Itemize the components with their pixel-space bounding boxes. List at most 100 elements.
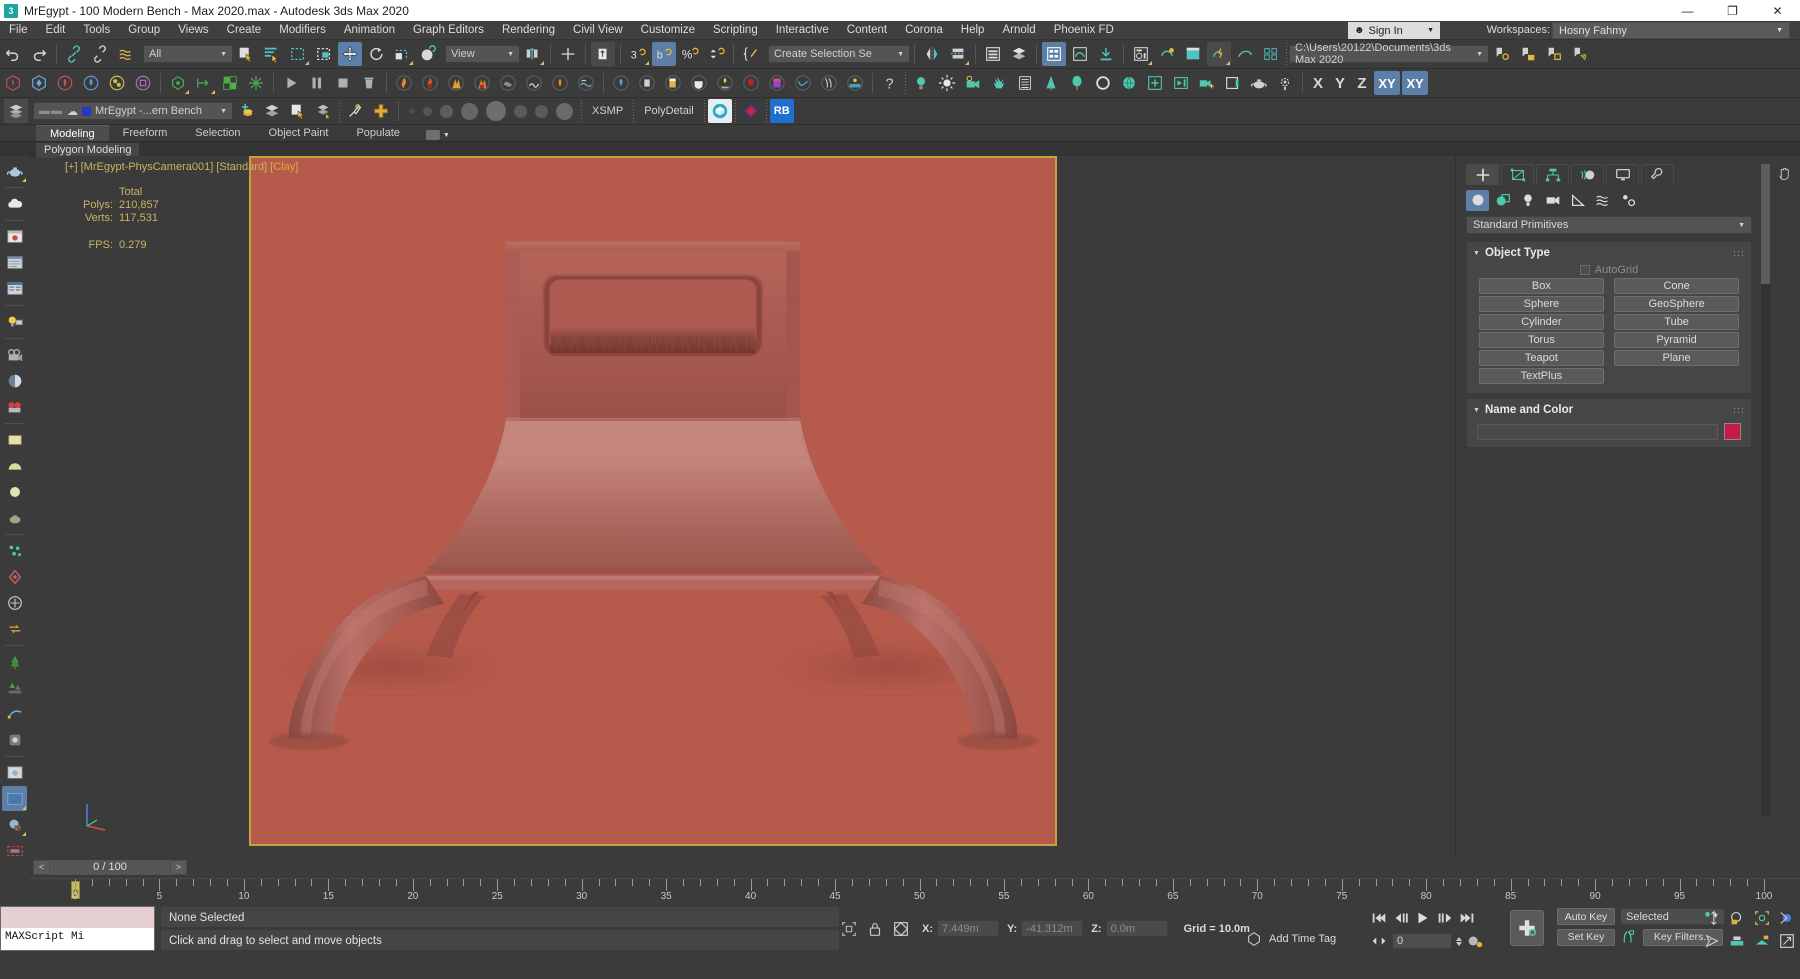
xsmp-plugin-button[interactable]: XSMP bbox=[584, 101, 631, 121]
toolbar-grip[interactable] bbox=[903, 72, 908, 94]
zoom-extents-icon[interactable] bbox=[1753, 909, 1771, 927]
zoom-all-icon[interactable] bbox=[1728, 909, 1746, 927]
cube-effect-icon[interactable] bbox=[131, 71, 155, 95]
menu-help[interactable]: Help bbox=[952, 21, 994, 40]
close-button[interactable]: ✕ bbox=[1755, 0, 1800, 21]
material-slot-6[interactable] bbox=[514, 104, 527, 118]
selection-lock-region-icon[interactable] bbox=[840, 920, 858, 938]
help-question-icon[interactable]: ? bbox=[878, 71, 902, 95]
itoo-forest-pack-icon[interactable] bbox=[707, 99, 732, 123]
curve-editor-icon[interactable] bbox=[1068, 42, 1092, 66]
phoenix-cable-icon[interactable] bbox=[522, 71, 546, 95]
rectangular-selection-region-icon[interactable] bbox=[286, 42, 310, 66]
snaps-toggle-icon[interactable] bbox=[591, 42, 615, 66]
toolbar-grip[interactable] bbox=[337, 100, 342, 122]
vray-frame-buffer-icon[interactable] bbox=[2, 812, 27, 837]
select-by-name-icon[interactable] bbox=[260, 42, 284, 66]
phoenix-smoke-icon[interactable] bbox=[496, 71, 520, 95]
stereo-camera-icon[interactable] bbox=[2, 394, 27, 419]
railclone-icon[interactable]: RB bbox=[769, 99, 794, 123]
create-geosphere-button[interactable]: GeoSphere bbox=[1614, 296, 1739, 312]
particle-flow-arrow-icon[interactable] bbox=[192, 71, 216, 95]
maxscript-output-pane[interactable] bbox=[1, 907, 154, 928]
geometry-button[interactable] bbox=[1466, 189, 1489, 211]
add-keyframe-icon[interactable] bbox=[1143, 71, 1167, 95]
material-slot-1[interactable] bbox=[409, 108, 415, 114]
render-production-icon[interactable] bbox=[1207, 42, 1231, 66]
state-sets-icon[interactable] bbox=[1490, 42, 1514, 66]
edit-container-icon[interactable] bbox=[1568, 42, 1592, 66]
timeline-ruler[interactable]: 0 0 5 10 15 20 25 30 35 40 45 50 55 60 65 70 75 80 85 90 95… bbox=[29, 878, 1800, 904]
stop-simulation-icon[interactable] bbox=[331, 71, 355, 95]
pool-icon[interactable] bbox=[843, 71, 867, 95]
phoenix-ocean-icon[interactable] bbox=[574, 71, 598, 95]
select-object-icon[interactable] bbox=[234, 42, 258, 66]
corona-light-material-icon[interactable] bbox=[2, 590, 27, 615]
ring-icon[interactable] bbox=[1091, 71, 1115, 95]
sun-light-icon[interactable] bbox=[935, 71, 959, 95]
blood-splatter-icon[interactable] bbox=[739, 71, 763, 95]
coffee-cup-icon[interactable] bbox=[687, 71, 711, 95]
primitive-category-select[interactable]: Standard Primitives ▼ bbox=[1466, 216, 1752, 234]
material-hemisphere-icon[interactable] bbox=[2, 453, 27, 478]
field-of-view-icon[interactable] bbox=[1778, 909, 1796, 927]
axis-constraint-xy-cycle-icon[interactable]: XY bbox=[1402, 71, 1428, 95]
mirror-icon[interactable] bbox=[920, 42, 944, 66]
create-cone-button[interactable]: Cone bbox=[1614, 278, 1739, 294]
menu-tools[interactable]: Tools bbox=[74, 21, 119, 40]
frame-spinner-field[interactable]: 0 bbox=[1392, 933, 1452, 949]
add-to-layer-icon[interactable] bbox=[260, 99, 284, 123]
ribbon-tab-populate[interactable]: Populate bbox=[342, 125, 413, 141]
active-viewport-toggle-icon[interactable] bbox=[2, 786, 27, 811]
bind-to-space-warp-icon[interactable] bbox=[114, 42, 138, 66]
minimize-button[interactable]: — bbox=[1665, 0, 1710, 21]
set-key-mode-button[interactable] bbox=[1510, 910, 1544, 946]
zoom-icon[interactable] bbox=[1703, 909, 1721, 927]
layer-manager-icon[interactable] bbox=[4, 99, 28, 123]
create-teapot-button[interactable]: Teapot bbox=[1479, 350, 1604, 366]
menu-customize[interactable]: Customize bbox=[632, 21, 704, 40]
previous-frame-button[interactable]: < bbox=[33, 859, 50, 875]
create-plane-button[interactable]: Plane bbox=[1614, 350, 1739, 366]
go-to-start-icon[interactable] bbox=[1370, 909, 1388, 927]
material-slot-2[interactable] bbox=[423, 106, 432, 116]
axis-constraint-xy-icon[interactable]: XY bbox=[1374, 71, 1400, 95]
pflow-source-icon[interactable] bbox=[1, 71, 25, 95]
set-layer-current-icon[interactable] bbox=[312, 99, 336, 123]
cloud-environment-icon[interactable] bbox=[2, 191, 27, 216]
tab-utilities[interactable] bbox=[1641, 164, 1674, 185]
set-key-button[interactable]: Set Key bbox=[1557, 928, 1615, 946]
edit-named-selection-sets-icon[interactable] bbox=[739, 42, 763, 66]
menu-arnold[interactable]: Arnold bbox=[993, 21, 1044, 40]
tab-modify[interactable] bbox=[1501, 164, 1534, 185]
object-color-swatch[interactable] bbox=[1724, 423, 1741, 440]
unlink-selection-icon[interactable] bbox=[88, 42, 112, 66]
menu-modifiers[interactable]: Modifiers bbox=[270, 21, 335, 40]
select-and-link-icon[interactable] bbox=[62, 42, 86, 66]
viewport-label[interactable]: [+] [MrEgypt-PhysCamera001] [Standard] [… bbox=[65, 161, 298, 173]
create-new-layer-icon[interactable] bbox=[234, 99, 258, 123]
scrollbar-thumb[interactable] bbox=[1761, 164, 1770, 284]
menu-group[interactable]: Group bbox=[119, 21, 169, 40]
material-editor-icon[interactable] bbox=[1129, 42, 1153, 66]
reference-coordinate-system-select[interactable]: View ▼ bbox=[445, 45, 520, 63]
space-warps-button[interactable] bbox=[1591, 190, 1614, 211]
percent-snap-toggle-icon[interactable]: b bbox=[652, 42, 676, 66]
select-and-move-icon[interactable] bbox=[338, 42, 362, 66]
material-slot-7[interactable] bbox=[535, 104, 548, 118]
redo-icon[interactable] bbox=[27, 42, 51, 66]
angle-snap-toggle-icon[interactable]: 3 bbox=[626, 42, 650, 66]
go-to-end-icon[interactable] bbox=[1458, 909, 1476, 927]
railclone-spline-icon[interactable] bbox=[2, 701, 27, 726]
wave-force-icon[interactable] bbox=[791, 71, 815, 95]
create-tube-button[interactable]: Tube bbox=[1614, 314, 1739, 330]
liquid-splash-icon[interactable] bbox=[609, 71, 633, 95]
material-plane-icon[interactable] bbox=[2, 427, 27, 452]
selection-filter-select[interactable]: All ▼ bbox=[143, 45, 233, 63]
menu-content[interactable]: Content bbox=[838, 21, 896, 40]
y-coordinate-field[interactable]: -41.312m bbox=[1021, 920, 1084, 937]
select-and-place-icon[interactable] bbox=[416, 42, 440, 66]
inherit-container-icon[interactable] bbox=[1542, 42, 1566, 66]
render-iterative-icon[interactable] bbox=[1233, 42, 1257, 66]
pan-hand-icon[interactable] bbox=[1774, 164, 1794, 184]
